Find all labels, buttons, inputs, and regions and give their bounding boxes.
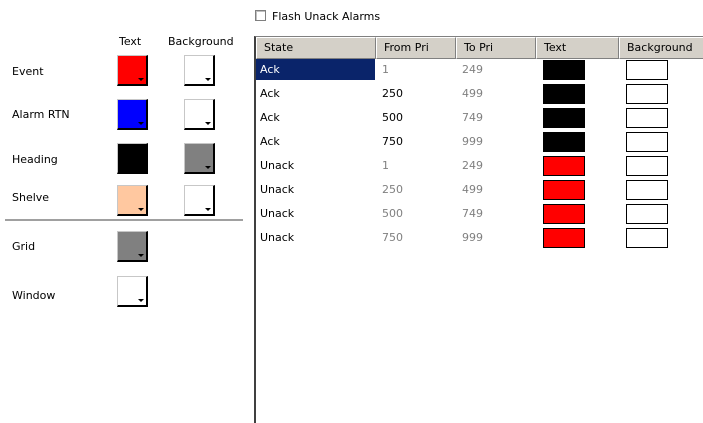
shelve-label: Shelve (12, 191, 50, 204)
from-pri-cell[interactable]: 750 (382, 131, 403, 152)
text-color-cell[interactable] (543, 156, 585, 176)
state-cell[interactable]: Ack (256, 131, 375, 152)
alarm-rtn-label: Alarm RTN (12, 108, 70, 121)
chevron-down-icon (205, 122, 211, 125)
to-pri-cell: 749 (462, 207, 483, 220)
state-cell[interactable]: Ack (256, 83, 375, 104)
background-color-cell[interactable] (626, 180, 668, 200)
heading-text-color-button[interactable] (117, 143, 148, 174)
state-cell[interactable]: Ack (256, 107, 375, 128)
to-pri-cell: 499 (462, 183, 483, 196)
flash-unack-alarms-label: Flash Unack Alarms (272, 10, 381, 23)
table-row[interactable]: Unack 1 249 (256, 155, 703, 176)
table-row[interactable]: Ack 250 499 (256, 83, 703, 104)
heading-background-color-button[interactable] (184, 143, 215, 174)
chevron-down-icon (138, 122, 144, 125)
chevron-down-icon (138, 254, 144, 257)
table-row[interactable]: Unack 500 749 (256, 203, 703, 224)
background-color-cell[interactable] (626, 156, 668, 176)
column-header-text[interactable]: Text (536, 37, 619, 59)
from-pri-cell[interactable]: 1 (382, 155, 389, 176)
state-cell[interactable]: Unack (256, 227, 375, 248)
from-pri-cell[interactable]: 250 (382, 83, 403, 104)
table-row[interactable]: Unack 250 499 (256, 179, 703, 200)
background-color-cell[interactable] (626, 228, 668, 248)
separator (5, 219, 243, 222)
window-color-button[interactable] (117, 276, 148, 307)
text-color-cell[interactable] (543, 60, 585, 80)
grid-label: Grid (12, 240, 36, 253)
alarm-rtn-background-color-button[interactable] (184, 99, 215, 130)
table-row[interactable]: Ack 500 749 (256, 107, 703, 128)
flash-unack-alarms-checkbox[interactable] (255, 10, 266, 21)
shelve-text-color-button[interactable] (117, 185, 148, 216)
text-column-header: Text (119, 35, 142, 48)
table-row[interactable]: Ack 750 999 (256, 131, 703, 152)
text-color-cell[interactable] (543, 180, 585, 200)
from-pri-cell[interactable]: 750 (382, 227, 403, 248)
alarm-rtn-text-color-button[interactable] (117, 99, 148, 130)
window-label: Window (12, 289, 56, 302)
background-color-cell[interactable] (626, 204, 668, 224)
text-color-cell[interactable] (543, 108, 585, 128)
column-header-background[interactable]: Background (619, 37, 703, 59)
grid-color-button[interactable] (117, 231, 148, 262)
heading-label: Heading (12, 153, 58, 166)
from-pri-cell[interactable]: 500 (382, 203, 403, 224)
chevron-down-icon (205, 208, 211, 211)
chevron-down-icon (138, 299, 144, 302)
from-pri-cell[interactable]: 250 (382, 179, 403, 200)
background-color-cell[interactable] (626, 84, 668, 104)
state-cell[interactable]: Unack (256, 203, 375, 224)
chevron-down-icon (138, 166, 144, 169)
text-color-cell[interactable] (543, 132, 585, 152)
to-pri-cell: 999 (462, 135, 483, 148)
column-header-to-pri[interactable]: To Pri (456, 37, 536, 59)
to-pri-cell: 999 (462, 231, 483, 244)
priority-color-table[interactable]: State From Pri To Pri Text Background Ac… (254, 36, 703, 423)
background-color-cell[interactable] (626, 108, 668, 128)
from-pri-cell[interactable]: 1 (382, 59, 389, 80)
column-header-from-pri[interactable]: From Pri (376, 37, 456, 59)
text-color-cell[interactable] (543, 204, 585, 224)
chevron-down-icon (138, 208, 144, 211)
from-pri-cell[interactable]: 500 (382, 107, 403, 128)
background-column-header: Background (168, 35, 234, 48)
chevron-down-icon (205, 78, 211, 81)
to-pri-cell: 249 (462, 63, 483, 76)
state-cell[interactable]: Ack (256, 59, 375, 80)
background-color-cell[interactable] (626, 60, 668, 80)
shelve-background-color-button[interactable] (184, 185, 215, 216)
table-row[interactable]: Unack 750 999 (256, 227, 703, 248)
text-color-cell[interactable] (543, 228, 585, 248)
to-pri-cell: 249 (462, 159, 483, 172)
event-text-color-button[interactable] (117, 55, 148, 86)
chevron-down-icon (138, 78, 144, 81)
state-cell[interactable]: Unack (256, 179, 375, 200)
to-pri-cell: 749 (462, 111, 483, 124)
text-color-cell[interactable] (543, 84, 585, 104)
column-header-state[interactable]: State (256, 37, 376, 59)
to-pri-cell: 499 (462, 87, 483, 100)
event-label: Event (12, 65, 44, 78)
table-row[interactable]: Ack 1 249 (256, 59, 703, 80)
background-color-cell[interactable] (626, 132, 668, 152)
chevron-down-icon (205, 166, 211, 169)
event-background-color-button[interactable] (184, 55, 215, 86)
state-cell[interactable]: Unack (256, 155, 375, 176)
